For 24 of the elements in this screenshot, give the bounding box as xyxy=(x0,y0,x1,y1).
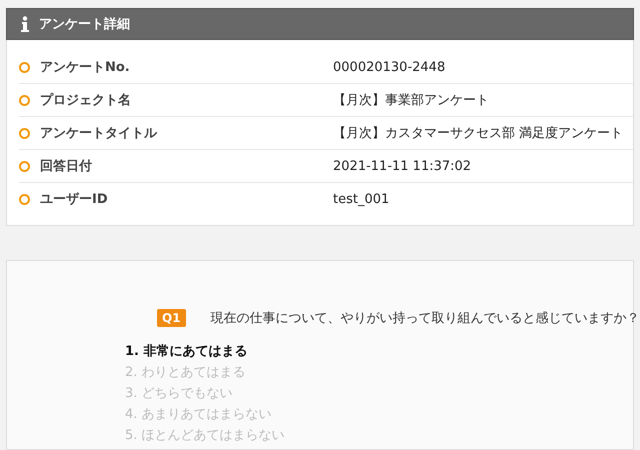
bullet-icon xyxy=(19,128,30,138)
field-value: 000020130-2448 xyxy=(333,60,446,74)
field-value: test_001 xyxy=(333,192,390,206)
field-label: アンケートNo. xyxy=(40,59,131,76)
question-text: 現在の仕事について、やりがい持って取り組んでいると感じていますか？ xyxy=(210,310,640,327)
bullet-icon xyxy=(19,194,30,204)
bullet-icon xyxy=(19,62,30,72)
field-value: 【月次】事業部アンケート xyxy=(333,92,489,109)
field-label: 回答日付 xyxy=(40,158,93,175)
field-label: アンケートタイトル xyxy=(40,125,158,142)
bullet-icon xyxy=(19,94,30,106)
answer-option: 1. 非常にあてはまる xyxy=(125,341,248,362)
field-value: 2021-11-11 11:37:02 xyxy=(333,158,472,174)
field-label: プロジェクト名 xyxy=(40,92,132,109)
panel-title: アンケート詳細 xyxy=(39,16,130,33)
bullet-icon xyxy=(19,160,30,172)
field-value: 【月次】カスタマーサクセス部 満足度アンケート xyxy=(333,125,624,142)
field-label: ユーザーID xyxy=(40,191,109,208)
info-icon xyxy=(21,16,29,32)
answer-option: 3. どちらでもない xyxy=(125,383,233,404)
answer-option: 4. あまりあてはまらない xyxy=(125,404,272,425)
answer-option: 2. わりとあてはまる xyxy=(125,362,246,383)
answer-option: 5. ほとんどあてはまらない xyxy=(125,425,285,446)
question-number: Q1 xyxy=(157,309,186,327)
